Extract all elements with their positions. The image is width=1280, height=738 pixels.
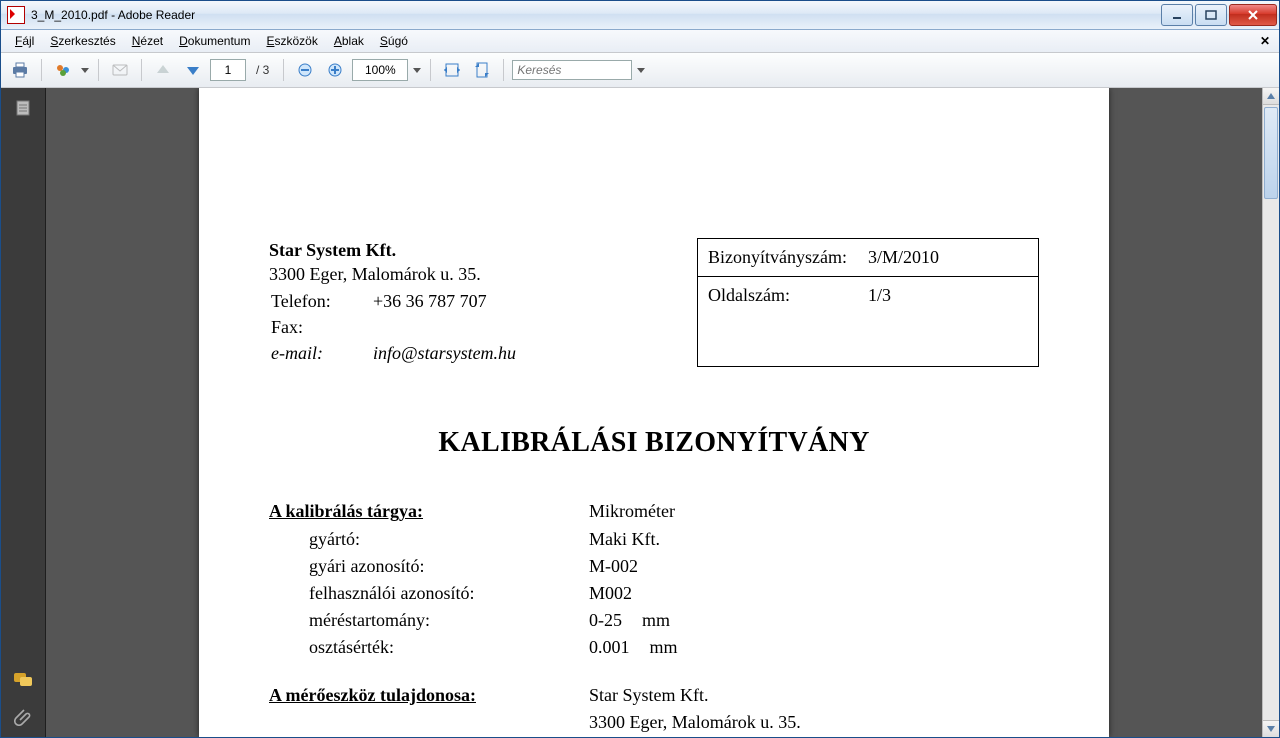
page-thumbnails-icon	[14, 99, 32, 117]
calibration-details: A kalibrálás tárgya: Mikrométer gyártó: …	[269, 499, 1039, 737]
minimize-button[interactable]	[1161, 4, 1193, 26]
app-window: 3_M_2010.pdf - Adobe Reader Fájl Szerkes…	[0, 0, 1280, 738]
cert-number-label: Bizonyítványszám:	[708, 247, 868, 268]
window-title: 3_M_2010.pdf - Adobe Reader	[31, 8, 195, 22]
fit-page-icon	[473, 61, 491, 79]
paperclip-icon	[14, 708, 32, 726]
zoom-in-icon	[327, 62, 343, 78]
subject-row-label: méréstartomány:	[269, 608, 589, 633]
zoom-out-icon	[297, 62, 313, 78]
vertical-scrollbar[interactable]	[1262, 88, 1279, 737]
pdf-app-icon	[7, 6, 25, 24]
zoom-in-button[interactable]	[322, 57, 348, 83]
scroll-thumb[interactable]	[1264, 107, 1278, 199]
page-down-button[interactable]	[180, 57, 206, 83]
company-address: 3300 Eger, Malomárok u. 35.	[269, 262, 518, 286]
subject-row-label: gyári azonosító:	[269, 554, 589, 579]
email-value: info@starsystem.hu	[373, 341, 516, 365]
fit-width-button[interactable]	[439, 57, 465, 83]
scroll-track[interactable]	[1263, 105, 1279, 720]
fax-label: Fax:	[271, 315, 371, 339]
print-button[interactable]	[7, 57, 33, 83]
page-count-label: Oldalszám:	[708, 285, 868, 306]
menu-help[interactable]: Súgó	[372, 32, 416, 50]
owner-line2: 3300 Eger, Malomárok u. 35.	[589, 710, 1039, 735]
company-block: Star System Kft. 3300 Eger, Malomárok u.…	[269, 238, 518, 367]
attachments-panel-button[interactable]	[11, 705, 35, 729]
fit-width-icon	[443, 61, 461, 79]
document-close-button[interactable]: ✕	[1257, 33, 1273, 49]
subject-row-label: felhasználói azonosító:	[269, 581, 589, 606]
page-up-button[interactable]	[150, 57, 176, 83]
subject-row-value: 0-25mm	[589, 608, 1039, 633]
page-number-input[interactable]	[210, 59, 246, 81]
email-button[interactable]	[107, 57, 133, 83]
page-count-value: 1/3	[868, 285, 1028, 306]
toolbar: / 3	[1, 53, 1279, 88]
subject-heading: A kalibrálás tárgya:	[269, 499, 589, 524]
navigation-pane	[1, 88, 46, 737]
certificate-info-box: Bizonyítványszám: 3/M/2010 Oldalszám: 1/…	[697, 238, 1039, 367]
collaborate-dropdown[interactable]	[80, 58, 90, 82]
titlebar: 3_M_2010.pdf - Adobe Reader	[1, 1, 1279, 30]
menubar: Fájl Szerkesztés Nézet Dokumentum Eszköz…	[1, 30, 1279, 53]
document-viewport[interactable]: Star System Kft. 3300 Eger, Malomárok u.…	[46, 88, 1262, 737]
search-input[interactable]	[512, 60, 632, 80]
maximize-button[interactable]	[1195, 4, 1227, 26]
company-name: Star System Kft.	[269, 238, 518, 262]
cert-number-value: 3/M/2010	[868, 247, 1028, 268]
content-area: Star System Kft. 3300 Eger, Malomárok u.…	[1, 88, 1279, 737]
menu-edit[interactable]: Szerkesztés	[42, 32, 123, 50]
subject-row-value: M-002	[589, 554, 1039, 579]
print-icon	[11, 61, 29, 79]
pdf-page: Star System Kft. 3300 Eger, Malomárok u.…	[199, 88, 1109, 737]
arrow-up-icon	[155, 62, 171, 78]
menu-document[interactable]: Dokumentum	[171, 32, 258, 50]
arrow-down-icon	[185, 62, 201, 78]
subject-row-value: M002	[589, 581, 1039, 606]
owner-line1: Star System Kft.	[589, 683, 1039, 708]
subject-value: Mikrométer	[589, 499, 1039, 524]
phone-label: Telefon:	[271, 289, 371, 313]
search-dropdown[interactable]	[636, 58, 646, 82]
subject-row-value: Maki Kft.	[589, 527, 1039, 552]
page-total-label: / 3	[250, 63, 275, 77]
subject-row-label: osztásérték:	[269, 635, 589, 660]
subject-row-label: gyártó:	[269, 527, 589, 552]
email-label: e-mail:	[271, 341, 371, 365]
menu-file[interactable]: Fájl	[7, 32, 42, 50]
zoom-out-button[interactable]	[292, 57, 318, 83]
comments-panel-button[interactable]	[11, 669, 35, 693]
zoom-dropdown[interactable]	[412, 58, 422, 82]
fit-page-button[interactable]	[469, 57, 495, 83]
zoom-level-input[interactable]	[352, 59, 408, 81]
document-title: KALIBRÁLÁSI BIZONYÍTVÁNY	[269, 427, 1039, 459]
owner-heading: A mérőeszköz tulajdonosa:	[269, 683, 589, 708]
menu-window[interactable]: Ablak	[326, 32, 372, 50]
subject-row-value: 0.001mm	[589, 635, 1039, 660]
scroll-up-button[interactable]	[1263, 88, 1279, 105]
email-icon	[111, 61, 129, 79]
phone-value: +36 36 787 707	[373, 289, 516, 313]
menu-view[interactable]: Nézet	[124, 32, 171, 50]
close-button[interactable]	[1229, 4, 1277, 26]
menu-tools[interactable]: Eszközök	[258, 32, 325, 50]
scroll-down-button[interactable]	[1263, 720, 1279, 737]
thumbnails-panel-button[interactable]	[11, 96, 35, 120]
fax-value	[373, 315, 516, 339]
comments-icon	[13, 672, 33, 690]
collaborate-icon	[54, 61, 72, 79]
collaborate-button[interactable]	[50, 57, 76, 83]
